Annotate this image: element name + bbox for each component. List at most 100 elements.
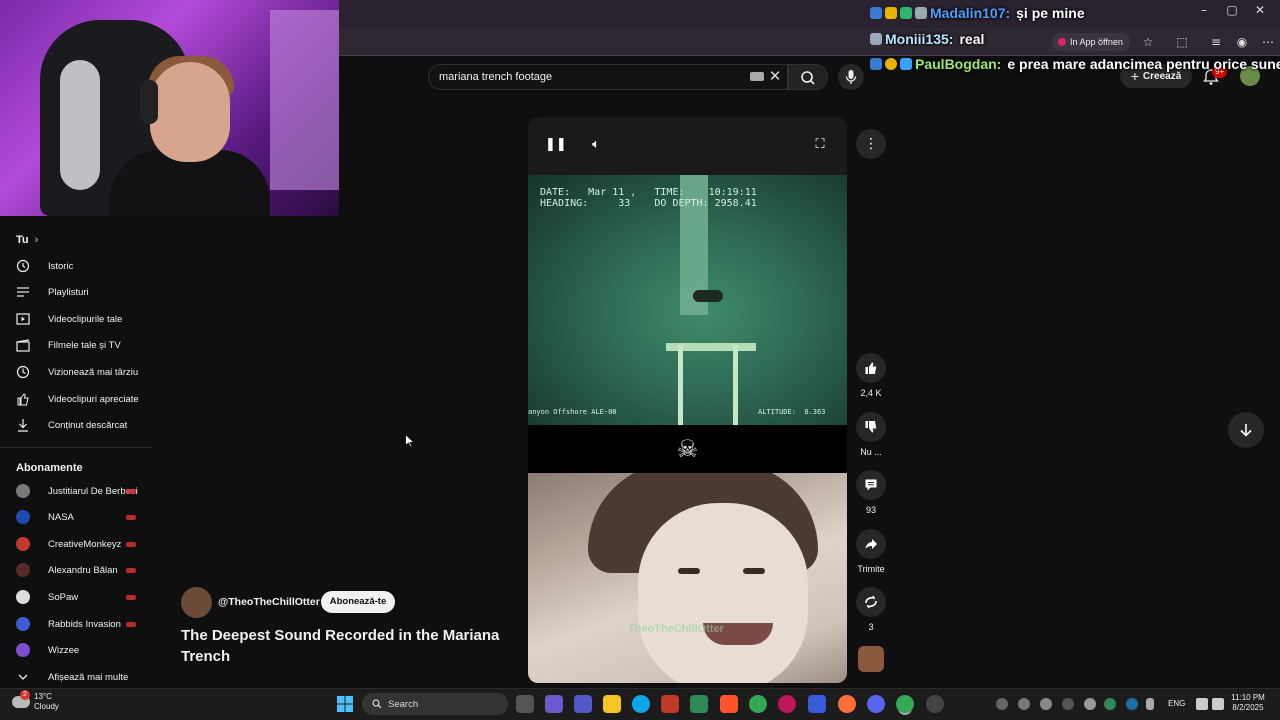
osd-heading-line: HEADING: 33 DO DEPTH: 2958.41	[540, 198, 757, 209]
pause-icon[interactable]: ❚❚	[545, 135, 567, 155]
search-input[interactable]: mariana trench footage	[428, 64, 788, 90]
chevron-right-icon: ›	[34, 234, 39, 246]
clear-search-icon[interactable]: ✕	[767, 66, 783, 86]
liked-icon	[0, 392, 48, 406]
steam-tray-icon[interactable]	[1126, 698, 1138, 710]
channel-thumbnail[interactable]	[858, 646, 884, 672]
l-app-icon[interactable]	[808, 695, 826, 713]
dislike-button[interactable]	[856, 412, 886, 442]
sidebar-item-history[interactable]: Istoric	[0, 253, 155, 279]
channel-name[interactable]: @TheoTheChillOtter	[218, 596, 320, 608]
chat-badge-icon	[870, 7, 882, 19]
taskbar-clock[interactable]: 11:10 PM 8/2/2025	[1226, 693, 1270, 713]
volume-icon[interactable]: 🔈︎	[586, 135, 606, 155]
tray-expand-icon[interactable]	[996, 698, 1008, 710]
task-view-icon[interactable]	[516, 695, 534, 713]
file-explorer-icon[interactable]	[603, 695, 621, 713]
obs-icon[interactable]	[926, 695, 944, 713]
history-icon	[0, 259, 48, 273]
subscribe-button[interactable]: Abonează-te	[321, 591, 395, 613]
sidebar-item-watch-later[interactable]: Vizionează mai târziu	[0, 359, 155, 385]
red-app-icon[interactable]	[661, 695, 679, 713]
sidebar-item-movies[interactable]: Filmele tale și TV	[0, 332, 155, 358]
voice-search-button[interactable]	[838, 64, 864, 90]
comments-button[interactable]	[856, 470, 886, 500]
search-icon	[372, 699, 382, 709]
extensions-icon[interactable]: ⬚	[1172, 33, 1192, 51]
shorts-video-player[interactable]: ❚❚ 🔈︎ ⛶ DATE: Mar 11 , TIME: 10:19:11 HE…	[528, 117, 847, 683]
tray-app-icon[interactable]	[1104, 698, 1116, 710]
fullscreen-icon[interactable]: ⛶	[810, 135, 830, 155]
sidebar-item-playlists[interactable]: Playlisturi	[0, 279, 155, 305]
windows-start-icon[interactable]	[336, 695, 354, 713]
tray-app-icon[interactable]	[1018, 698, 1030, 710]
close-window-button[interactable]: ✕	[1244, 0, 1276, 22]
sidebar-item-subscription[interactable]: Wizzee	[0, 637, 155, 663]
discord-icon[interactable]	[867, 695, 885, 713]
search-button[interactable]	[788, 64, 828, 90]
volume-tray-icon[interactable]	[1212, 698, 1224, 710]
reaction-face-frame: TheoTheChillOtter	[528, 473, 847, 683]
sidebar-item-subscription[interactable]: Rabbids Invasion	[0, 611, 155, 637]
sidebar-item-subscription[interactable]: NASA	[0, 504, 155, 530]
sidebar-item-subscription[interactable]: SoPaw	[0, 584, 155, 610]
remix-button[interactable]	[856, 587, 886, 617]
weather-condition: Cloudy	[34, 702, 59, 711]
sidebar-item-subscription[interactable]: Alexandru Bălan	[0, 557, 155, 583]
streamer-webcam-overlay	[0, 0, 339, 216]
photos-app-icon[interactable]	[690, 695, 708, 713]
live-indicator-icon	[126, 488, 136, 494]
movies-icon	[0, 338, 48, 352]
open-in-app-label: In App öffnen	[1070, 37, 1123, 47]
sidebar-item-subscription[interactable]: CreativeMonkeyz	[0, 531, 155, 557]
share-button[interactable]	[856, 529, 886, 559]
sidebar-item-subscription[interactable]: Justitiarul De Berbeci	[0, 478, 155, 504]
network-icon[interactable]	[1196, 698, 1208, 710]
channel-avatar	[16, 643, 30, 657]
chat-badge-icon	[870, 58, 882, 70]
chat-message: PaulBogdan: e prea mare adancimea pentru…	[870, 53, 1280, 75]
chat-message: Madalin107: și pe mine	[870, 2, 1085, 24]
show-more-button[interactable]: Afișează mai multe	[0, 664, 155, 690]
sidebar-item-liked-videos[interactable]: Videoclipuri apreciate	[0, 386, 155, 412]
taskbar-search-box[interactable]: Search	[362, 693, 508, 715]
sidebar-item-your-videos[interactable]: Videoclipurile tale	[0, 306, 155, 332]
chat-text: real	[959, 31, 985, 47]
live-indicator-icon	[126, 514, 136, 520]
profile-icon[interactable]: ◉	[1232, 33, 1252, 51]
tray-app-icon[interactable]	[1084, 698, 1096, 710]
reading-list-icon[interactable]: ≡	[1206, 33, 1226, 51]
live-indicator-icon	[126, 621, 136, 627]
keyboard-icon[interactable]	[750, 72, 764, 81]
sidebar-item-downloads[interactable]: Conținut descărcat	[0, 412, 155, 438]
browser-menu-icon[interactable]: ⋯	[1258, 33, 1278, 51]
chrome-icon[interactable]	[749, 695, 767, 713]
copilot-icon[interactable]	[545, 695, 563, 713]
like-button[interactable]	[856, 353, 886, 383]
channel-avatar[interactable]	[181, 587, 212, 618]
opera-icon[interactable]	[778, 695, 796, 713]
brave-icon[interactable]	[720, 695, 738, 713]
open-in-app-button[interactable]: In App öffnen	[1052, 33, 1130, 51]
input-language[interactable]: ENG	[1168, 699, 1185, 708]
channel-avatar	[16, 484, 30, 498]
cloud-icon: 2	[12, 690, 30, 708]
firefox-icon[interactable]	[838, 695, 856, 713]
tray-app-icon[interactable]	[1040, 698, 1052, 710]
microphone-tray-icon[interactable]	[1146, 698, 1154, 710]
player-controls: ❚❚ 🔈︎ ⛶	[528, 117, 847, 175]
sidebar-item-label: CreativeMonkeyz	[48, 538, 122, 550]
weather-widget[interactable]: 2 13°C Cloudy	[12, 690, 59, 712]
tray-app-icon[interactable]	[1062, 698, 1074, 710]
sidebar-item-label: Justitiarul De Berbeci	[48, 485, 138, 497]
chrome-active-icon[interactable]	[896, 695, 914, 713]
like-count: 2,4 K	[860, 388, 882, 398]
remix-count: 3	[868, 622, 874, 632]
teams-icon[interactable]	[574, 695, 592, 713]
more-options-icon[interactable]: ⋮	[856, 129, 886, 159]
edge-icon[interactable]	[632, 695, 650, 713]
number-badge-icon	[885, 58, 897, 70]
favorite-star-icon[interactable]: ☆	[1138, 33, 1158, 51]
next-video-button[interactable]	[1228, 412, 1264, 448]
you-section-header[interactable]: Tu ›	[16, 234, 38, 246]
